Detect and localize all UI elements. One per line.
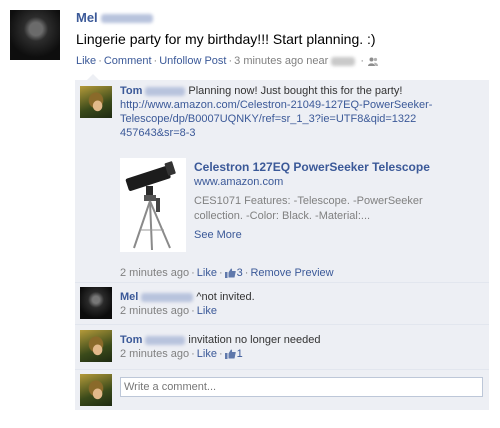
comment-timestamp[interactable]: 2 minutes ago: [120, 348, 189, 360]
post-like-link[interactable]: Like: [76, 55, 96, 67]
comment-item: Tom Planning now! Just bought this for th…: [75, 80, 489, 283]
separator-dot: ·: [228, 55, 233, 67]
commenter-name[interactable]: Tom: [120, 85, 142, 97]
comment-body: Mel ^not invited. 2 minutes ago · Like: [120, 290, 483, 318]
separator-dot: ·: [191, 348, 195, 360]
separator-dot: ·: [98, 55, 102, 67]
commenter-name[interactable]: Tom: [120, 334, 142, 346]
separator-dot: ·: [218, 267, 223, 279]
separator-dot: ·: [244, 267, 249, 279]
blurred-surname: [141, 292, 194, 302]
comment-body: Tom Planning now! Just bought this for th…: [120, 84, 483, 140]
comment-composer: Write a comment...: [75, 370, 489, 410]
comment-item: Mel ^not invited. 2 minutes ago · Like: [75, 283, 489, 325]
comment-link[interactable]: http://www.amazon.com/Celestron-21049-12…: [120, 99, 432, 139]
link-text-line: 457643&sr=8-3: [120, 127, 196, 139]
post-header: Mel: [76, 10, 156, 25]
comment-input[interactable]: Write a comment...: [120, 377, 483, 397]
blurred-surname: [100, 14, 153, 24]
post-timestamp[interactable]: 3 minutes ago near: [234, 55, 328, 67]
preview-title[interactable]: Celestron 127EQ PowerSeeker Telescope: [194, 160, 430, 174]
post-author-name[interactable]: Mel: [76, 10, 98, 25]
post-comment-link[interactable]: Comment: [104, 55, 152, 67]
preview-description: CES1071 Features: -Telescope. -PowerSeek…: [194, 194, 474, 224]
comments-box: Tom Planning now! Just bought this for th…: [75, 74, 489, 416]
like-count[interactable]: 1: [237, 348, 243, 360]
thumbs-up-icon[interactable]: [224, 349, 236, 360]
link-preview: Celestron 127EQ PowerSeeker Telescope ww…: [120, 158, 480, 252]
composer-avatar: [80, 374, 112, 406]
see-more-link[interactable]: See More: [194, 229, 242, 241]
preview-domain[interactable]: www.amazon.com: [194, 176, 283, 188]
commenter-avatar[interactable]: [80, 330, 112, 362]
link-text-line: http://www.amazon.com/Celestron-21049-12…: [120, 99, 433, 111]
separator-dot: ·: [191, 267, 195, 279]
comment-body: Tom invitation no longer needed 2 minutes…: [120, 333, 483, 361]
like-count[interactable]: 3: [237, 267, 243, 279]
people-icon[interactable]: [368, 57, 378, 66]
comment-like-link[interactable]: Like: [197, 348, 217, 360]
unfollow-post-link[interactable]: Unfollow Post: [159, 55, 226, 67]
post-text: Lingerie party for my birthday!!! Start …: [76, 31, 376, 47]
telescope-image: [125, 161, 176, 251]
comment-like-link[interactable]: Like: [197, 267, 217, 279]
telescope-thumbnail[interactable]: [120, 158, 186, 252]
comment-timestamp[interactable]: 2 minutes ago: [120, 305, 189, 317]
comment-text: Planning now! Just bought this for the p…: [188, 85, 403, 97]
separator-dot: ·: [153, 55, 158, 67]
comment-meta: 2 minutes ago · Like · 3 · Remove Preview: [120, 266, 483, 280]
separator-dot: ·: [360, 55, 364, 67]
preview-description-line: collection. -Color: Black. -Material:...: [194, 210, 371, 222]
comment-like-link[interactable]: Like: [197, 305, 217, 317]
preview-description-line: CES1071 Features: -Telescope. -PowerSeek…: [194, 195, 423, 207]
separator-dot: ·: [218, 348, 223, 360]
commenter-name[interactable]: Mel: [120, 291, 138, 303]
comment-timestamp[interactable]: 2 minutes ago: [120, 267, 189, 279]
post-actions: Like · Comment · Unfollow Post · 3 minutes ago…: [76, 55, 378, 67]
post-author-avatar[interactable]: [10, 10, 60, 60]
remove-preview-link[interactable]: Remove Preview: [250, 267, 333, 279]
commenter-avatar[interactable]: [80, 86, 112, 118]
blurred-surname: [145, 86, 186, 96]
comment-text: invitation no longer needed: [188, 334, 321, 346]
thumbs-up-icon[interactable]: [224, 268, 236, 279]
commenter-avatar[interactable]: [80, 287, 112, 319]
blurred-surname: [145, 335, 186, 345]
comment-text: ^not invited.: [196, 291, 255, 303]
link-text-line: Telescope/dp/B0007UQNKY/ref=sr_1_3?ie=UT…: [120, 113, 417, 125]
comment-item: Tom invitation no longer needed 2 minutes…: [75, 325, 489, 370]
blurred-location: [331, 56, 356, 66]
separator-dot: ·: [191, 305, 195, 317]
